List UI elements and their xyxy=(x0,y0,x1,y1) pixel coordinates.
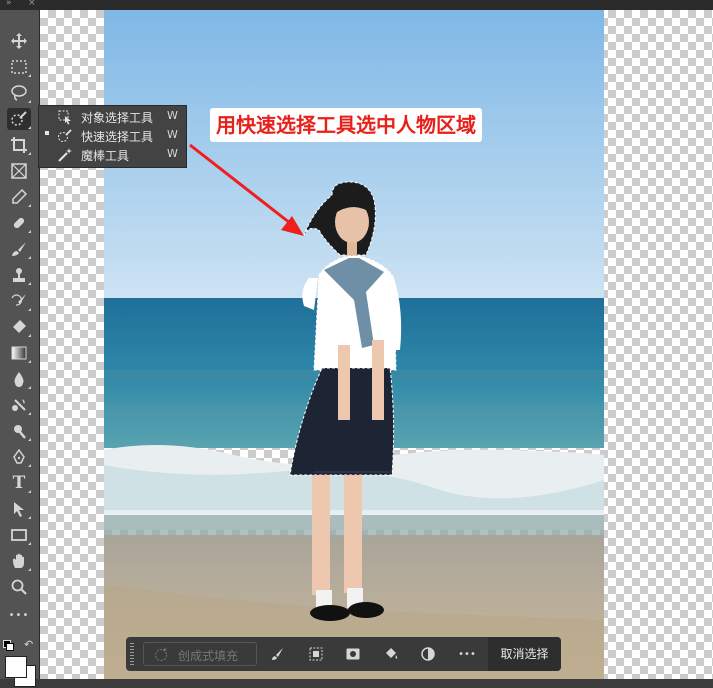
flyout-item-magic-wand[interactable]: 魔棒工具 W xyxy=(39,146,188,165)
frame-tool-icon[interactable] xyxy=(7,160,31,182)
more-options-icon[interactable]: ••• xyxy=(456,643,478,665)
brush-tool-icon[interactable] xyxy=(7,238,31,260)
more-tools-icon[interactable]: ••• xyxy=(7,604,31,626)
lasso-tool-icon[interactable] xyxy=(7,82,31,104)
default-colors-icon[interactable] xyxy=(3,640,14,651)
crop-tool-icon[interactable] xyxy=(7,134,31,156)
blur-tool-icon[interactable] xyxy=(7,368,31,390)
marquee-tool-icon[interactable] xyxy=(7,56,31,78)
invert-selection-icon[interactable] xyxy=(305,643,327,665)
selection-tools-flyout: 对象选择工具 W 快速选择工具 W 魔棒工具 W xyxy=(38,105,187,168)
flyout-item-quick-selection[interactable]: 快速选择工具 W xyxy=(39,127,188,146)
gradient-tool-icon[interactable] xyxy=(7,342,31,364)
rectangle-tool-icon[interactable] xyxy=(7,524,31,546)
pen-tool-icon[interactable] xyxy=(7,446,31,468)
history-brush-tool-icon[interactable] xyxy=(7,290,31,312)
deselect-button[interactable]: 取消选择 xyxy=(488,637,561,671)
color-swatches: ↶ xyxy=(2,638,38,688)
flyout-item-shortcut: W xyxy=(167,128,178,141)
swap-colors-icon[interactable]: ↶ xyxy=(24,638,33,651)
modify-selection-icon[interactable] xyxy=(267,643,289,665)
dodge-tool-icon[interactable] xyxy=(7,394,31,416)
flyout-item-label: 快速选择工具 xyxy=(81,130,154,144)
annotation-arrow-icon xyxy=(189,143,304,236)
path-selection-tool-icon[interactable] xyxy=(7,498,31,520)
selected-indicator xyxy=(45,131,49,135)
generative-fill-icon xyxy=(153,646,169,662)
generative-fill-button[interactable]: 创成式填充 xyxy=(143,642,257,666)
magic-wand-icon xyxy=(57,147,73,163)
more-tools-glyph: ••• xyxy=(8,609,30,621)
hand-tool-icon[interactable] xyxy=(7,550,31,572)
object-selection-icon xyxy=(57,109,73,125)
type-tool-icon[interactable]: T xyxy=(7,472,31,494)
spot-healing-tool-icon[interactable] xyxy=(7,212,31,234)
generative-fill-label: 创成式填充 xyxy=(178,649,239,663)
drag-handle-icon[interactable] xyxy=(130,643,134,665)
eyedropper-tool-icon[interactable] xyxy=(7,186,31,208)
move-tool-icon[interactable] xyxy=(7,30,31,52)
quick-selection-tool-icon[interactable] xyxy=(7,108,31,130)
adjustment-layer-icon[interactable] xyxy=(417,643,439,665)
top-bar: » × xyxy=(0,0,713,10)
close-panel-icon[interactable]: × xyxy=(28,0,36,8)
flyout-item-shortcut: W xyxy=(167,109,178,122)
flyout-item-object-selection[interactable]: 对象选择工具 W xyxy=(39,108,188,127)
tools-panel: T ••• ↶ xyxy=(0,10,40,687)
collapse-panels-icon[interactable]: » xyxy=(6,0,12,8)
quick-selection-icon xyxy=(57,128,73,144)
contextual-task-bar: 创成式填充 ••• 取消选择 xyxy=(126,637,561,671)
zoom-tool-icon[interactable] xyxy=(7,576,31,598)
sponge-tool-icon[interactable] xyxy=(7,420,31,442)
type-tool-glyph: T xyxy=(12,473,26,493)
annotation-label: 用快速选择工具选中人物区域 xyxy=(210,108,482,142)
foreground-color-swatch[interactable] xyxy=(5,656,27,678)
eraser-tool-icon[interactable] xyxy=(7,316,31,338)
flyout-item-label: 对象选择工具 xyxy=(81,111,154,125)
flyout-item-shortcut: W xyxy=(167,147,178,160)
clone-stamp-tool-icon[interactable] xyxy=(7,264,31,286)
fill-selection-icon[interactable] xyxy=(380,643,402,665)
create-mask-icon[interactable] xyxy=(342,643,364,665)
flyout-item-label: 魔棒工具 xyxy=(81,149,130,163)
